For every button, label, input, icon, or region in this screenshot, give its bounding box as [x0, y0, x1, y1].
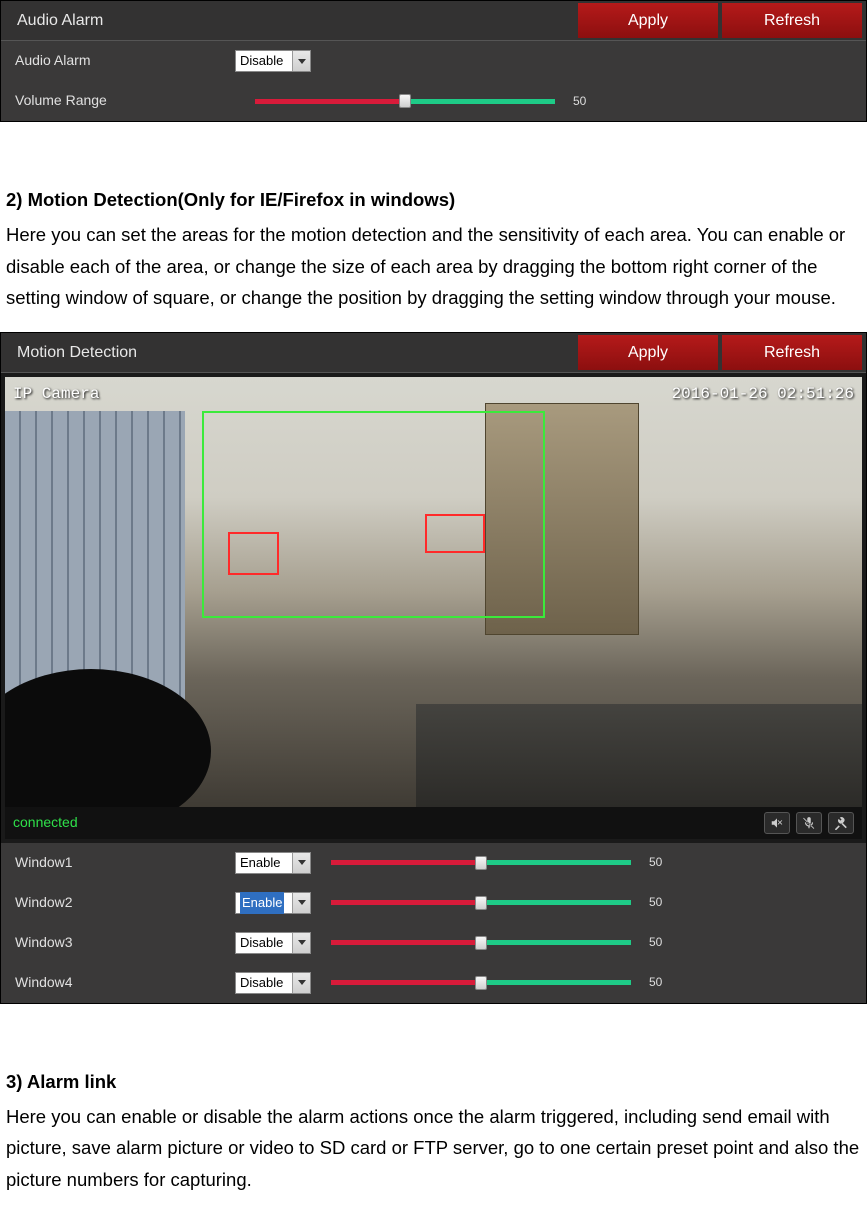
window2-value: 50 [649, 892, 662, 912]
audio-alarm-panel: Audio Alarm Apply Refresh Audio Alarm Di… [0, 0, 867, 122]
section-2-text: 2) Motion Detection(Only for IE/Firefox … [0, 184, 867, 314]
volume-range-slider[interactable] [255, 91, 555, 111]
slider-thumb[interactable] [475, 856, 487, 870]
motion-detection-panel: Motion Detection Apply Refresh IP Camera… [0, 332, 867, 1004]
window4-row: Window4 Disable 50 [1, 963, 866, 1003]
section-2-heading: 2) Motion Detection(Only for IE/Firefox … [6, 184, 861, 215]
window3-slider[interactable] [331, 933, 631, 953]
chevron-down-icon [292, 973, 310, 993]
refresh-button[interactable]: Refresh [722, 335, 862, 370]
slider-track-right [481, 980, 631, 985]
window2-select[interactable]: Enable [235, 892, 311, 914]
window1-value: 50 [649, 852, 662, 872]
volume-value: 50 [573, 91, 586, 111]
scene-desk [416, 704, 862, 807]
detection-zone-2[interactable] [228, 532, 279, 575]
slider-track-right [481, 940, 631, 945]
window3-select[interactable]: Disable [235, 932, 311, 954]
window1-slider[interactable] [331, 853, 631, 873]
slider-track-left [331, 860, 481, 865]
slider-track-right [481, 860, 631, 865]
slider-track-right [405, 99, 555, 104]
window4-label: Window4 [15, 971, 235, 995]
mute-speaker-icon[interactable] [764, 812, 790, 834]
window3-label: Window3 [15, 931, 235, 955]
select-value: Enable [240, 852, 280, 874]
slider-thumb[interactable] [475, 936, 487, 950]
window1-row: Window1 Enable 50 [1, 843, 866, 883]
select-value: Disable [240, 50, 283, 72]
window2-row: Window2 Enable 50 [1, 883, 866, 923]
window4-value: 50 [649, 972, 662, 992]
audio-alarm-row: Audio Alarm Disable [1, 41, 866, 81]
window2-slider[interactable] [331, 893, 631, 913]
video-preview-wrap: IP Camera 2016-01-26 02:51:26 connected [1, 373, 866, 843]
mute-mic-icon[interactable] [796, 812, 822, 834]
video-preview[interactable]: IP Camera 2016-01-26 02:51:26 [5, 377, 862, 807]
overlay-camera-name: IP Camera [13, 381, 99, 408]
section-3-text: 3) Alarm link Here you can enable or dis… [0, 1066, 867, 1196]
detection-zone-3[interactable] [425, 514, 485, 553]
video-status-bar: connected [5, 807, 862, 839]
settings-tools-icon[interactable] [828, 812, 854, 834]
apply-button[interactable]: Apply [578, 335, 718, 370]
connection-status: connected [13, 811, 78, 835]
status-icons [764, 812, 854, 834]
apply-button[interactable]: Apply [578, 3, 718, 38]
panel-header: Audio Alarm Apply Refresh [1, 1, 866, 41]
slider-thumb[interactable] [475, 976, 487, 990]
window4-select[interactable]: Disable [235, 972, 311, 994]
slider-track-left [331, 900, 481, 905]
panel-title: Audio Alarm [1, 1, 578, 40]
slider-track-left [255, 99, 405, 104]
section-2-paragraph: Here you can set the areas for the motio… [6, 219, 861, 313]
slider-track-left [331, 980, 481, 985]
chevron-down-icon [292, 51, 310, 71]
scene-building [5, 411, 185, 703]
detection-zone-1[interactable] [202, 411, 545, 617]
audio-alarm-select[interactable]: Disable [235, 50, 311, 72]
volume-range-label: Volume Range [15, 89, 235, 113]
select-value: Disable [240, 972, 283, 994]
overlay-timestamp: 2016-01-26 02:51:26 [672, 381, 854, 408]
panel-title: Motion Detection [1, 333, 578, 372]
window2-label: Window2 [15, 891, 235, 915]
slider-thumb[interactable] [475, 896, 487, 910]
window3-row: Window3 Disable 50 [1, 923, 866, 963]
chevron-down-icon [292, 893, 310, 913]
slider-thumb[interactable] [399, 94, 411, 108]
select-value: Disable [240, 932, 283, 954]
window3-value: 50 [649, 932, 662, 952]
slider-track-left [331, 940, 481, 945]
chevron-down-icon [292, 853, 310, 873]
section-3-heading: 3) Alarm link [6, 1066, 861, 1097]
select-value: Enable [240, 892, 284, 914]
panel-header: Motion Detection Apply Refresh [1, 333, 866, 373]
window1-label: Window1 [15, 851, 235, 875]
slider-track-right [481, 900, 631, 905]
chevron-down-icon [292, 933, 310, 953]
refresh-button[interactable]: Refresh [722, 3, 862, 38]
window4-slider[interactable] [331, 973, 631, 993]
window1-select[interactable]: Enable [235, 852, 311, 874]
section-3-paragraph: Here you can enable or disable the alarm… [6, 1101, 861, 1195]
audio-alarm-label: Audio Alarm [15, 49, 235, 73]
volume-range-row: Volume Range 50 [1, 81, 866, 121]
